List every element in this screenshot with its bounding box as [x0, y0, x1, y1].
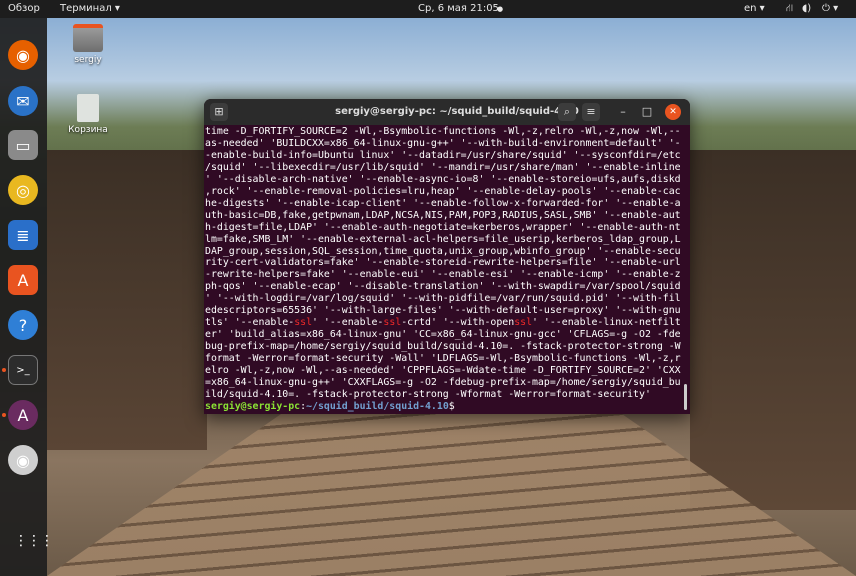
terminal-output[interactable]: time -D_FORTIFY_SOURCE=2 -Wl,-Bsymbolic-… — [205, 126, 681, 413]
running-indicator — [2, 413, 6, 417]
terminal-titlebar[interactable]: ⊞ sergiy@sergiy-pc: ~/squid_build/squid-… — [204, 99, 690, 125]
terminal-line: =x86_64-linux-gnu-g++' 'CXXFLAGS=-g -O2 … — [205, 377, 681, 389]
power-icon[interactable]: ⏻ ▾ — [822, 0, 838, 18]
show-applications-icon[interactable]: ⋮⋮⋮ — [14, 534, 54, 548]
wallpaper-bridge-rail-left — [47, 150, 207, 450]
prompt-path: ~/squid_build/squid-4.10 — [306, 400, 449, 412]
terminal-line: er' 'build_alias=x86_64-linux-gnu' 'CC=x… — [205, 329, 681, 341]
terminal-line: -rewrite-helpers=fake' '--enable-eui' '-… — [205, 269, 681, 281]
dvd-icon[interactable]: ◉ — [8, 445, 38, 475]
terminal-line: bug-prefix-map=/home/sergiy/squid_build/… — [205, 341, 681, 353]
menu-icon[interactable]: ≡ — [582, 103, 600, 121]
files-icon[interactable]: ▭ — [8, 130, 38, 160]
terminal-line: tls' '--enable-ssl' '--enable-ssl-crtd' … — [205, 317, 681, 329]
firefox-icon[interactable]: ◉ — [8, 40, 38, 70]
terminal-line: ' '--with-logdir=/var/log/squid' '--with… — [205, 293, 681, 305]
trash-icon — [77, 94, 99, 122]
terminal-line: uth-basic=DB,fake,getpwnam,LDAP,NCSA,NIS… — [205, 209, 681, 221]
desktop-home-label: sergiy — [74, 55, 102, 65]
folder-icon — [73, 24, 103, 52]
prompt-end: $ — [448, 400, 455, 412]
help-icon[interactable]: ? — [8, 310, 38, 340]
terminal-line: elro -Wl,-z,now -Wl,--as-needed' 'CPPFLA… — [205, 365, 681, 377]
thunderbird-icon[interactable]: ✉ — [8, 86, 38, 116]
terminal-line: as-needed' 'BUILDCXX=x86_64-linux-gnu-g+… — [205, 137, 681, 149]
rhythmbox-icon[interactable]: ◎ — [8, 175, 38, 205]
updater-icon[interactable]: A — [8, 400, 38, 430]
desktop-trash-label: Корзина — [68, 125, 108, 135]
software-icon[interactable]: A — [8, 265, 38, 295]
terminal-line: DAP_group,session,SQL_session,time_quota… — [205, 245, 681, 257]
terminal-line: ild/squid-4.10=. -fstack-protector-stron… — [205, 388, 651, 400]
terminal-line: time -D_FORTIFY_SOURCE=2 -Wl,-Bsymbolic-… — [205, 126, 681, 137]
language-selector[interactable]: en ▾ — [744, 0, 765, 18]
terminal-line: edescriptors=65536' '--with-large-files'… — [205, 305, 681, 317]
terminal-line: format -Werror=format-security -Wall' 'L… — [205, 353, 681, 365]
maximize-icon[interactable]: □ — [638, 103, 656, 121]
desktop-home-folder[interactable]: sergiy — [58, 24, 118, 65]
terminal-line: /squid' '--libexecdir=/usr/lib/squid' '-… — [205, 161, 681, 173]
activities-button[interactable]: Обзор — [8, 0, 40, 18]
wallpaper-bridge-rail-right — [690, 150, 856, 510]
top-bar: Обзор Терминал ▾ Ср, 6 мая 21:05 ● en ▾ … — [0, 0, 856, 18]
terminal-line: lm=fake,SMB_LM' '--enable-external-acl-h… — [205, 233, 681, 245]
terminal-line: h-digest=file,LDAP' '--enable-auth-negot… — [205, 221, 681, 233]
terminal-line: he-digests' '--enable-icap-client' '--en… — [205, 197, 681, 209]
highlighted-match: ssl — [383, 317, 402, 329]
clock[interactable]: Ср, 6 мая 21:05 — [418, 0, 499, 18]
prompt-user: sergiy@sergiy-pc — [205, 400, 301, 412]
libreoffice-writer-icon[interactable]: ≣ — [8, 220, 38, 250]
terminal-window[interactable]: ⊞ sergiy@sergiy-pc: ~/squid_build/squid-… — [204, 99, 690, 414]
terminal-line: ph-qos' '--enable-ecap' '--disable-trans… — [205, 281, 681, 293]
terminal-line: ,rock' '--enable-removal-policies=lru,he… — [205, 185, 681, 197]
highlighted-match: ssl — [294, 317, 313, 329]
shell-prompt[interactable]: sergiy@sergiy-pc:~/squid_build/squid-4.1… — [205, 401, 681, 413]
app-menu-button[interactable]: Терминал ▾ — [60, 0, 120, 18]
network-icon[interactable]: ⛙ — [786, 0, 793, 18]
highlighted-match: ssl — [514, 317, 533, 329]
scrollbar[interactable] — [684, 384, 687, 410]
terminal-line: -enable-build-info=Ubuntu linux' '--data… — [205, 149, 681, 161]
search-icon[interactable]: ⌕ — [558, 103, 576, 121]
close-icon[interactable]: ✕ — [665, 104, 681, 120]
terminal-icon[interactable]: >_ — [8, 355, 38, 385]
desktop-trash[interactable]: Корзина — [58, 94, 118, 135]
terminal-line: ' '--disable-arch-native' '--enable-asyn… — [205, 173, 681, 185]
terminal-line: rity-cert-validators=fake' '--enable-sto… — [205, 257, 681, 269]
running-indicator — [2, 368, 6, 372]
notification-dot-icon: ● — [497, 5, 504, 13]
volume-icon[interactable]: ◖) — [802, 0, 811, 18]
dock: ⋮⋮⋮ ◉ ✉ ▭ ◎ ≣ A? >_ A ◉ — [0, 18, 54, 576]
minimize-icon[interactable]: – — [614, 103, 632, 121]
